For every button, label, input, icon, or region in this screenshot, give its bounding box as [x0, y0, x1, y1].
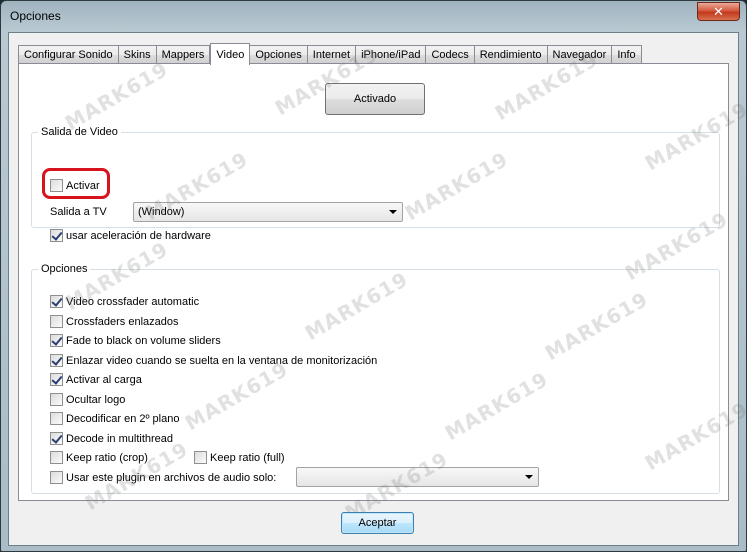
opcion-label: Enlazar video cuando se suelta en la ven… [66, 354, 378, 367]
keep-ratio-full-checkbox-box[interactable] [194, 451, 207, 464]
keep-ratio-crop-checkbox-box[interactable] [50, 451, 63, 464]
opcion-label: Decode in multithread [66, 432, 174, 445]
opcion-checkbox[interactable]: Activar al carga [50, 373, 142, 386]
opcion-label: Video crossfader automatic [66, 295, 200, 308]
opciones-group-title: Opciones [38, 263, 91, 275]
opcion-checkbox-box[interactable] [50, 334, 63, 347]
salida-tv-select[interactable]: (Window) [133, 202, 403, 222]
chevron-down-icon [389, 210, 397, 214]
tab-internet[interactable]: Internet [307, 45, 357, 64]
tab-rendimiento[interactable]: Rendimiento [474, 45, 548, 64]
salida-tv-label: Salida a TV [50, 206, 107, 218]
aceptar-button[interactable]: Aceptar [341, 512, 414, 534]
opcion-label: Crossfaders enlazados [66, 315, 179, 328]
watermark-text: MARK619 [60, 56, 173, 136]
audio-plugin-checkbox[interactable]: Usar este plugin en archivos de audio so… [50, 471, 276, 484]
opcion-checkbox[interactable]: Crossfaders enlazados [50, 315, 179, 328]
options-window: Opciones ✕ Configurar Sonido Skins Mappe… [0, 0, 747, 552]
keep-ratio-crop-checkbox[interactable]: Keep ratio (crop) [50, 451, 148, 464]
opcion-checkbox-box[interactable] [50, 295, 63, 308]
opcion-checkbox[interactable]: Decode in multithread [50, 432, 173, 445]
opcion-checkbox[interactable]: Video crossfader automatic [50, 295, 199, 308]
tab-navegador[interactable]: Navegador [547, 45, 613, 64]
client-area: Configurar Sonido Skins Mappers Video Op… [8, 32, 747, 546]
tab-strip: Configurar Sonido Skins Mappers Video Op… [18, 43, 642, 65]
opcion-checkbox[interactable]: Decodificar en 2º plano [50, 412, 179, 425]
title-bar[interactable]: Opciones ✕ [1, 1, 746, 33]
tab-configurar-sonido[interactable]: Configurar Sonido [18, 45, 119, 64]
opcion-checkbox[interactable]: Fade to black on volume sliders [50, 334, 221, 347]
chevron-down-icon [525, 475, 533, 479]
audio-plugin-label: Usar este plugin en archivos de audio so… [66, 471, 277, 484]
tab-codecs[interactable]: Codecs [426, 45, 475, 64]
opcion-checkbox[interactable]: Enlazar video cuando se suelta en la ven… [50, 354, 377, 367]
opcion-checkbox[interactable]: Ocultar logo [50, 393, 125, 406]
opcion-label: Activar al carga [66, 373, 142, 386]
tab-mappers[interactable]: Mappers [156, 45, 211, 64]
opcion-checkbox-box[interactable] [50, 393, 63, 406]
close-icon: ✕ [713, 3, 724, 19]
tab-video[interactable]: Video [210, 43, 251, 65]
hw-accel-checkbox[interactable]: usar aceleración de hardware [50, 229, 211, 242]
hw-accel-label: usar aceleración de hardware [66, 229, 211, 242]
opcion-checkbox-box[interactable] [50, 432, 63, 445]
tab-skins[interactable]: Skins [118, 45, 157, 64]
audio-plugin-select[interactable] [296, 467, 539, 487]
opcion-checkbox-box[interactable] [50, 315, 63, 328]
activar-highlight-annotation [42, 168, 110, 199]
salida-tv-value: (Window) [138, 206, 185, 218]
keep-ratio-full-label: Keep ratio (full) [210, 451, 285, 464]
audio-plugin-checkbox-box[interactable] [50, 471, 63, 484]
opcion-checkbox-box[interactable] [50, 373, 63, 386]
window-title: Opciones [10, 9, 61, 23]
opcion-checkbox-box[interactable] [50, 354, 63, 367]
opcion-label: Fade to black on volume sliders [66, 334, 221, 347]
close-button[interactable]: ✕ [697, 2, 740, 21]
tab-iphone-ipad[interactable]: iPhone/iPad [356, 45, 427, 64]
opcion-label: Decodificar en 2º plano [66, 412, 180, 425]
tab-opciones[interactable]: Opciones [250, 45, 308, 64]
keep-ratio-crop-label: Keep ratio (crop) [66, 451, 148, 464]
salida-video-group-title: Salida de Video [38, 126, 121, 138]
opcion-label: Ocultar logo [66, 393, 126, 406]
keep-ratio-full-checkbox[interactable]: Keep ratio (full) [194, 451, 285, 464]
tab-info[interactable]: Info [612, 45, 642, 64]
opcion-checkbox-box[interactable] [50, 412, 63, 425]
video-tab-page: Activado Salida de Video Activar Salida … [18, 42, 747, 525]
hw-accel-checkbox-box[interactable] [50, 229, 63, 242]
activado-button[interactable]: Activado [325, 83, 425, 115]
